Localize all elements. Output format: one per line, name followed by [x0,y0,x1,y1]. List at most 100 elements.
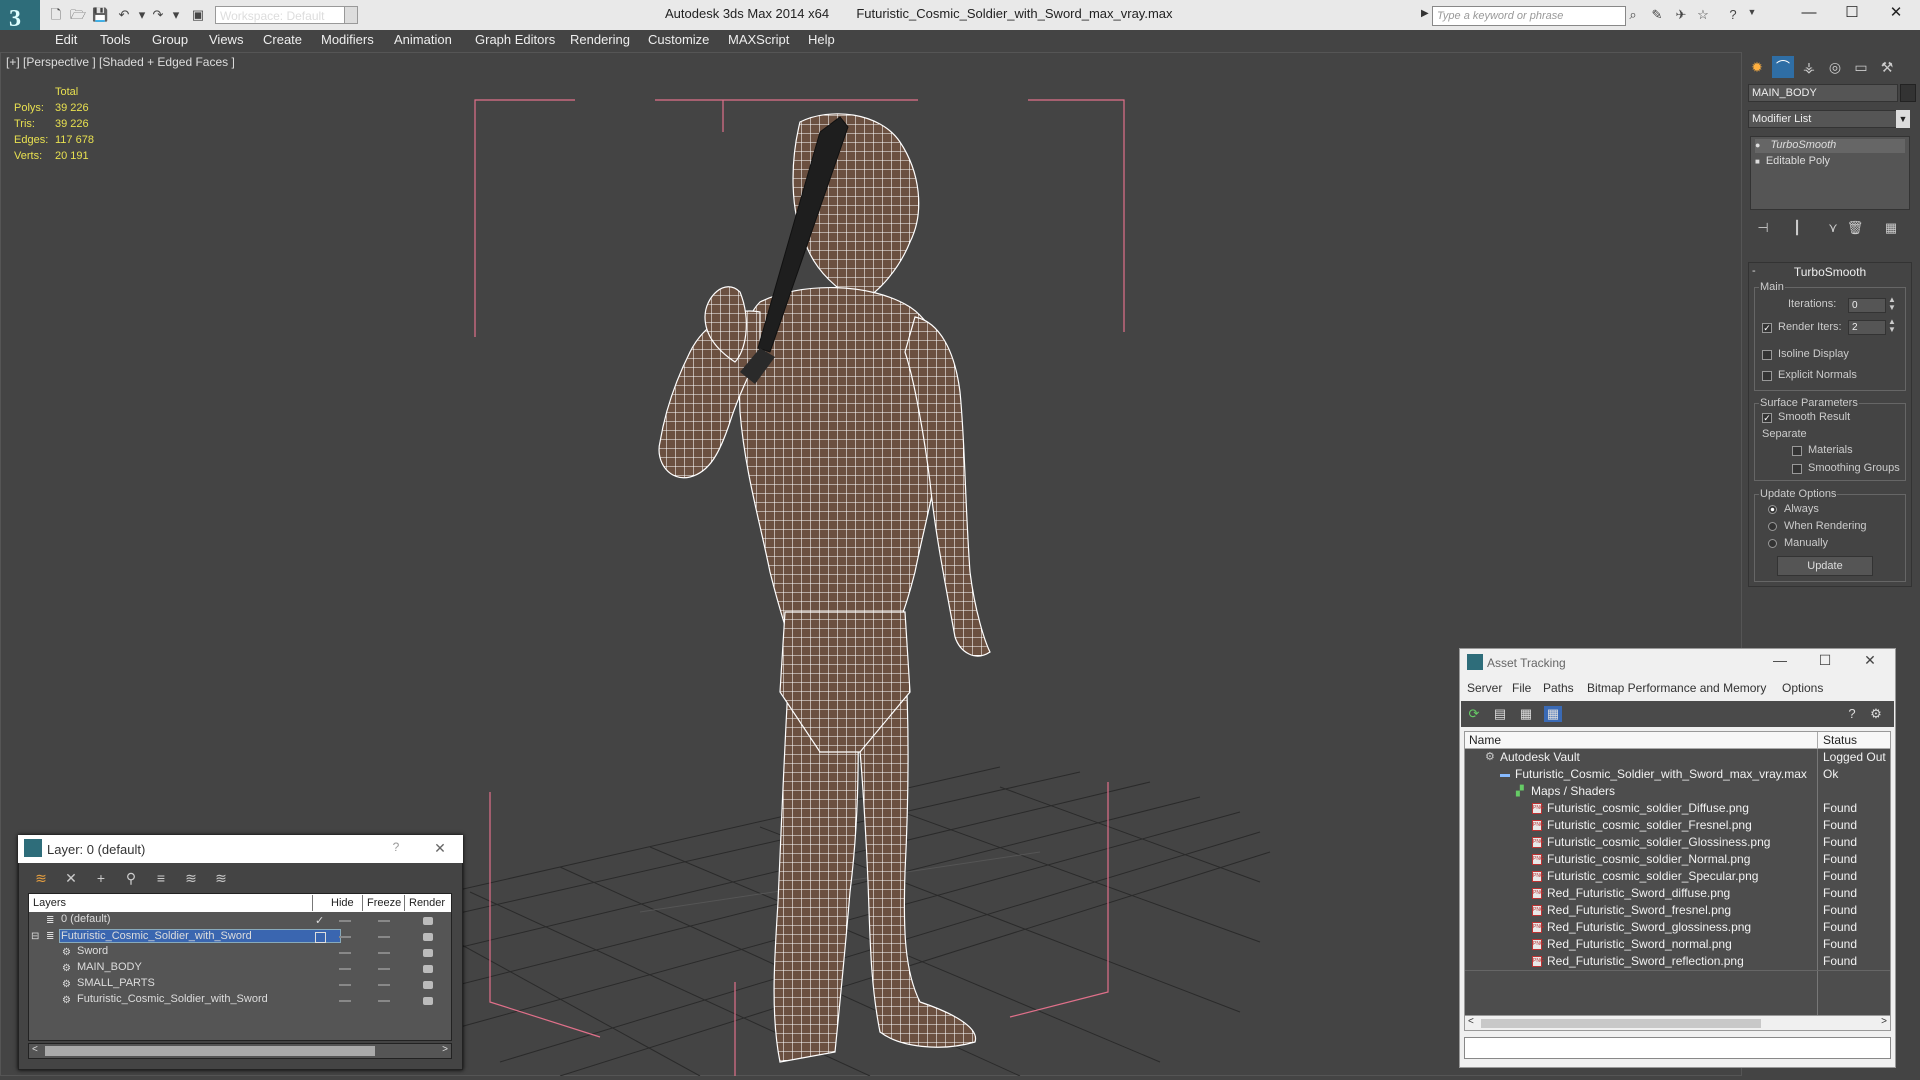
asset-row[interactable]: PNG Futuristic_cosmic_soldier_Fresnel.pn… [1465,817,1890,834]
redo-dropdown-icon[interactable]: ▾ [168,7,184,23]
create-layer-icon[interactable]: ≋ [32,870,50,886]
active-layer-check-icon[interactable]: ✓ [315,913,324,929]
column-render[interactable]: Render [405,895,451,911]
menu-help[interactable]: Help [808,32,835,47]
asset-row[interactable]: PNG Futuristic_cosmic_soldier_Glossiness… [1465,834,1890,851]
materials-checkbox[interactable] [1792,446,1802,456]
explicit-normals-checkbox[interactable] [1762,371,1772,381]
freeze-toggle-icon[interactable] [378,1000,390,1002]
object-name-field[interactable]: MAIN_BODY [1748,84,1898,102]
expand-icon[interactable]: ■ [1755,157,1760,166]
highlight-layer-icon[interactable]: ≡ [152,870,170,886]
layer-row[interactable]: ⊟ ≣ Futuristic_Cosmic_Soldier_with_Sword [29,929,451,945]
column-name[interactable]: Name [1469,733,1501,747]
hide-all-layers-icon[interactable]: ≋ [182,870,200,886]
stack-item-editable-poly[interactable]: ■ Editable Poly [1755,155,1830,167]
smoothing-groups-checkbox[interactable] [1792,464,1802,474]
viewport-label[interactable]: [+] [Perspective ] [Shaded + Edged Faces… [6,55,235,69]
rollout-title[interactable]: TurboSmooth [1750,265,1910,279]
asset-row[interactable]: PNG Futuristic_cosmic_soldier_Normal.png… [1465,851,1890,868]
hide-toggle-icon[interactable] [339,1000,351,1002]
subscription-icon[interactable]: ✎ [1648,7,1666,23]
asset-horizontal-scrollbar[interactable]: < > [1464,1015,1891,1031]
layer-row[interactable]: ⚙ MAIN_BODY [29,961,451,977]
modifier-list-arrow-icon[interactable]: ▼ [1896,110,1910,128]
scrollbar-thumb[interactable] [1481,1019,1761,1028]
asset-settings-icon[interactable]: ⚙ [1867,706,1885,722]
refresh-icon[interactable]: ⟳ [1465,706,1483,722]
freeze-toggle-icon[interactable] [378,936,390,938]
communication-icon[interactable]: ✈ [1672,7,1690,23]
render-iters-checkbox[interactable]: ✓ [1762,323,1772,333]
menu-rendering[interactable]: Rendering [570,32,630,47]
asset-row[interactable]: PNG Futuristic_cosmic_soldier_Diffuse.pn… [1465,800,1890,817]
scrollbar-thumb[interactable] [45,1046,375,1056]
asset-row[interactable]: ▬ Futuristic_Cosmic_Soldier_with_Sword_m… [1465,766,1890,783]
render-toggle-icon[interactable] [423,933,433,941]
maximize-icon[interactable]: ☐ [1832,2,1872,24]
asset-help-icon[interactable]: ? [1843,706,1861,722]
help-icon[interactable]: ? [1724,7,1742,23]
undo-icon[interactable]: ↶ [116,7,132,23]
help-dropdown-icon[interactable]: ▼ [1743,7,1761,23]
layer-row[interactable]: ≣ 0 (default) ✓ [29,913,451,929]
render-toggle-icon[interactable] [423,949,433,957]
manually-radio[interactable] [1768,539,1777,548]
asset-row[interactable]: ⚙ Autodesk Vault Logged Out [1465,749,1890,766]
favorites-star-icon[interactable]: ☆ [1694,7,1712,23]
modify-tab-icon[interactable]: ⌒ [1772,56,1794,78]
hide-toggle-icon[interactable] [339,920,351,922]
hide-toggle-icon[interactable] [339,984,351,986]
redo-icon[interactable]: ↷ [150,7,166,23]
asset-row[interactable]: ▞ Maps / Shaders [1465,783,1890,800]
new-file-icon[interactable]: 🗋 [48,7,64,23]
menu-graph-editors[interactable]: Graph Editors [475,32,555,47]
asset-row[interactable]: PNG Red_Futuristic_Sword_fresnel.png Fou… [1465,902,1890,919]
collapse-minus-icon[interactable]: ⊟ [31,929,39,945]
utilities-tab-icon[interactable]: ⚒ [1876,56,1898,78]
render-toggle-icon[interactable] [423,981,433,989]
create-tab-icon[interactable]: ✹ [1746,56,1768,78]
hierarchy-tab-icon[interactable]: ⚶ [1798,56,1820,78]
close-icon[interactable]: ✕ [1876,2,1916,24]
update-button[interactable]: Update [1777,556,1873,576]
layer-row[interactable]: ⚙ SMALL_PARTS [29,977,451,993]
always-radio[interactable] [1768,505,1777,514]
hide-toggle-icon[interactable] [339,936,351,938]
scroll-left-icon[interactable]: < [1468,1016,1474,1027]
scroll-right-icon[interactable]: > [442,1044,448,1055]
object-color-swatch[interactable] [1900,84,1916,102]
column-divider[interactable] [1817,732,1818,748]
freeze-toggle-icon[interactable] [378,952,390,954]
render-toggle-icon[interactable] [423,997,433,1005]
asset-menu-paths[interactable]: Paths [1543,681,1574,695]
spinner-arrows-icon[interactable]: ▲ ▼ [1888,318,1896,334]
isoline-checkbox[interactable] [1762,350,1772,360]
stack-item-turbosmooth[interactable]: ● TurboSmooth [1755,139,1905,153]
column-status[interactable]: Status [1823,733,1857,747]
workspace-dropdown[interactable]: Workspace: Default [215,6,345,24]
pin-stack-icon[interactable]: ⊣ [1754,220,1772,236]
when-rendering-radio[interactable] [1768,522,1777,531]
set-current-box-icon[interactable] [315,932,326,943]
modifier-list-dropdown[interactable]: Modifier List [1748,110,1910,128]
menu-tools[interactable]: Tools [100,32,130,47]
asset-row[interactable]: PNG Futuristic_cosmic_soldier_Specular.p… [1465,868,1890,885]
render-toggle-icon[interactable] [423,965,433,973]
save-icon[interactable]: 💾 [92,7,108,23]
asset-close-icon[interactable]: ✕ [1855,652,1885,669]
hide-toggle-icon[interactable] [339,952,351,954]
undo-dropdown-icon[interactable]: ▾ [134,7,150,23]
column-hide[interactable]: Hide [327,895,363,911]
lightbulb-icon[interactable]: ● [1755,140,1760,150]
asset-minimize-icon[interactable]: — [1765,652,1795,668]
delete-layer-icon[interactable]: ✕ [62,870,80,886]
render-toggle-icon[interactable] [423,917,433,925]
tree-view-icon[interactable]: ▦ [1517,706,1535,722]
asset-menu-server[interactable]: Server [1467,681,1502,695]
scroll-right-icon[interactable]: > [1881,1016,1887,1027]
iterations-spinner[interactable]: 0 [1848,298,1886,313]
render-iters-spinner[interactable]: 2 [1848,320,1886,335]
select-in-layer-icon[interactable]: ⚲ [122,870,140,886]
project-folder-icon[interactable]: ▣ [190,7,206,23]
